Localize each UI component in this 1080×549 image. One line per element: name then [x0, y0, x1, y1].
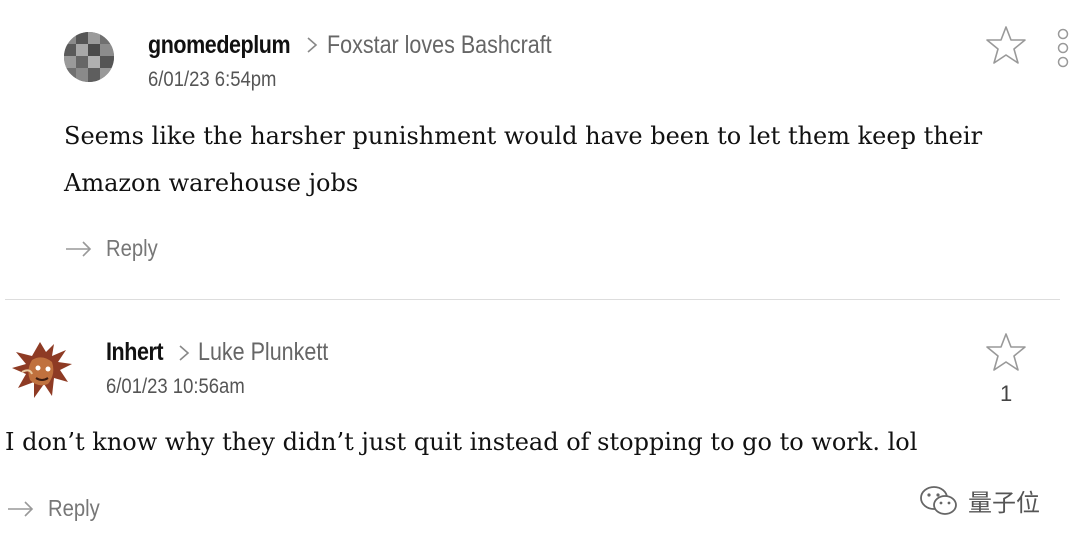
watermark: 量子位	[918, 483, 1040, 518]
star-icon[interactable]	[985, 25, 1027, 70]
comment-divider	[5, 299, 1060, 300]
star-icon[interactable]	[985, 332, 1027, 377]
red-creature-avatar-icon	[12, 342, 72, 398]
star-count: 1	[1000, 381, 1013, 406]
comment-timestamp[interactable]: 6/01/23 6:54pm	[148, 68, 276, 92]
reply-label: Reply	[106, 235, 158, 261]
avatar[interactable]	[64, 32, 114, 82]
reply-button[interactable]: Reply	[6, 495, 107, 522]
chevron-right-icon	[304, 33, 320, 62]
comment-username[interactable]: Inhert	[106, 338, 164, 367]
comment-body: Seems like the harsher punishment would …	[64, 122, 983, 197]
reply-label: Reply	[48, 495, 100, 521]
comment-username[interactable]: gnomedeplum	[148, 31, 291, 60]
reply-button[interactable]: Reply	[64, 235, 165, 262]
reply-arrow-icon	[8, 500, 34, 517]
reply-arrow-icon	[66, 240, 92, 257]
reply-to-author[interactable]: Luke Plunkett	[198, 338, 328, 367]
reply-to-author[interactable]: Foxstar loves Bashcraft	[327, 31, 552, 60]
avatar[interactable]	[10, 338, 74, 402]
pixelated-avatar-icon	[64, 32, 114, 82]
watermark-text: 量子位	[968, 490, 1040, 517]
chevron-right-icon	[176, 341, 192, 370]
comment-body: I don’t know why they didn’t just quit i…	[5, 428, 918, 456]
wechat-icon	[920, 485, 957, 515]
more-options-icon[interactable]	[1055, 28, 1071, 77]
comment-timestamp[interactable]: 6/01/23 10:56am	[106, 375, 245, 399]
